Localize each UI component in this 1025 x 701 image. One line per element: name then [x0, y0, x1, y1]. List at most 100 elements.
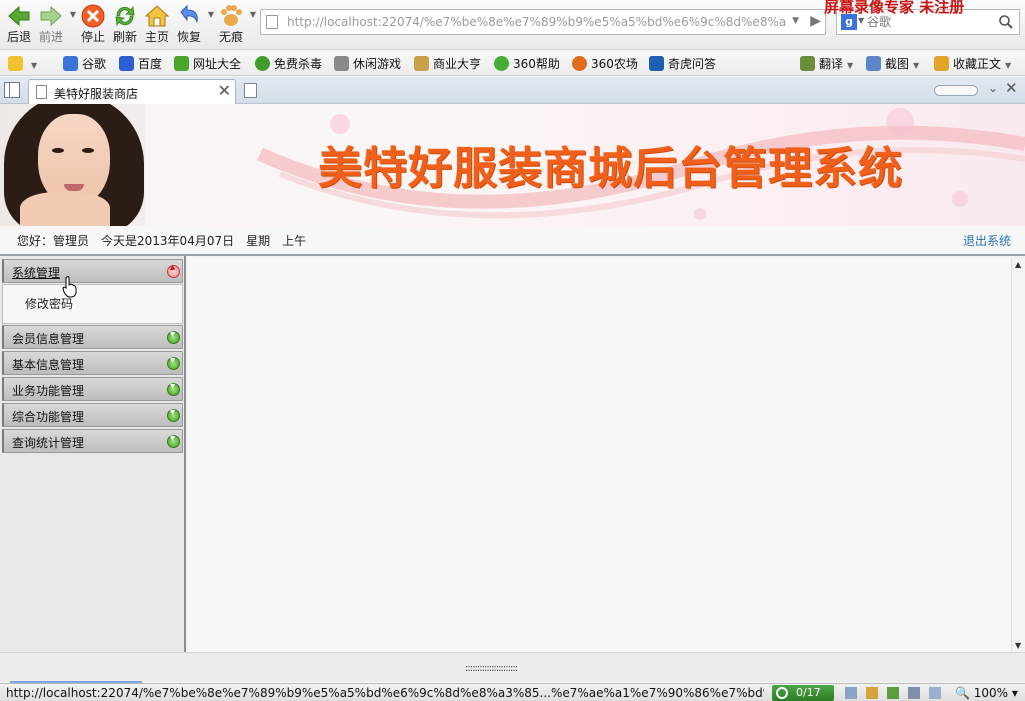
check-icon — [776, 687, 788, 699]
undo-icon — [180, 4, 198, 23]
business-icon — [414, 56, 429, 71]
expand-icon[interactable] — [167, 407, 180, 422]
new-tab-icon[interactable] — [244, 83, 257, 98]
forward-arrow-icon — [40, 5, 62, 27]
star-icon — [8, 56, 23, 71]
network-icon[interactable] — [887, 687, 899, 699]
bookmark-360-farm[interactable]: 360农场 — [572, 55, 638, 73]
submenu-panel: 修改密码 — [2, 284, 183, 324]
bookmark-games[interactable]: 休闲游戏 — [334, 55, 401, 73]
logout-link[interactable]: 退出系统 — [963, 232, 1011, 249]
qa-icon — [649, 56, 664, 71]
google-icon — [63, 56, 78, 71]
expand-icon[interactable] — [167, 381, 180, 396]
expand-icon[interactable] — [167, 433, 180, 448]
bookmark-360-help[interactable]: 360帮助 — [494, 55, 560, 73]
home-button[interactable]: 主页 — [140, 0, 174, 50]
scissors-icon — [866, 56, 881, 71]
menu-member-management[interactable]: 会员信息管理 — [2, 325, 183, 349]
scroll-down-icon[interactable]: ▼ — [1015, 641, 1021, 650]
menu-comprehensive-management[interactable]: 综合功能管理 — [2, 403, 183, 427]
splitter-grip[interactable]: :::::::::::::::::::::: — [465, 663, 518, 674]
chevron-down-icon[interactable]: ⌄ — [988, 81, 998, 95]
incognito-button[interactable]: 无痕 ▼ — [214, 0, 256, 50]
back-arrow-icon — [8, 5, 30, 27]
status-bar: http://localhost:22074/%e7%be%8e%e7%89%b… — [0, 683, 1025, 701]
bookmark-qihoo-ask[interactable]: 奇虎问答 — [649, 55, 716, 73]
page-icon — [266, 15, 278, 29]
antivirus-icon — [255, 56, 270, 71]
forward-button[interactable]: 前进 ▼ — [34, 0, 76, 50]
go-icon[interactable]: ▶ — [810, 13, 821, 29]
current-date: 今天是2013年04月07日 — [101, 234, 235, 248]
incognito-dropdown-icon[interactable]: ▼ — [250, 10, 256, 19]
restore-button[interactable]: 恢复 ▼ — [172, 0, 214, 50]
search-icon[interactable] — [998, 14, 1014, 30]
window-icon[interactable] — [908, 687, 920, 699]
bookmarks-bar: ▼ 谷歌 百度 网址大全 免费杀毒 休闲游戏 商业大亨 360帮助 360农场 … — [0, 51, 1025, 76]
security-status-badge[interactable]: 0/17 — [772, 685, 834, 701]
collect-icon — [934, 56, 949, 71]
gamepad-icon — [334, 56, 349, 71]
main-content-frame: ▲ ▼ — [188, 258, 1025, 652]
speed-icon[interactable] — [866, 687, 878, 699]
tab-active[interactable]: 美特好服装商店 ✕ — [28, 79, 236, 104]
hand-cursor-icon — [62, 276, 77, 298]
scroll-up-icon[interactable]: ▲ — [1015, 260, 1021, 269]
ie-icon — [174, 56, 189, 71]
collapse-icon[interactable] — [167, 262, 180, 278]
collect-text-button[interactable]: 收藏正文 ▼ — [934, 55, 1011, 73]
search-engine-dropdown-icon[interactable]: ▼ — [858, 16, 864, 25]
browser-toolbar: 后退 前进 ▼ 停止 刷新 主页 恢复 ▼ 无痕 ▼ http://localh… — [0, 0, 1025, 50]
tab-strip: 美特好服装商店 ✕ ⌄ ✕ — [0, 77, 1025, 104]
expand-icon[interactable] — [167, 329, 180, 344]
refresh-icon — [115, 5, 135, 27]
address-url[interactable]: http://localhost:22074/%e7%be%8e%e7%89%b… — [287, 15, 787, 29]
tab-title: 美特好服装商店 — [54, 87, 139, 101]
address-dropdown-icon[interactable]: ▼ — [792, 16, 799, 26]
frame-splitter[interactable]: :::::::::::::::::::::: — [0, 652, 1025, 684]
bookmark-baidu[interactable]: 百度 — [119, 55, 162, 73]
tab-overview-button[interactable] — [934, 85, 978, 96]
back-button[interactable]: 后退 — [2, 0, 36, 50]
stop-button[interactable]: 停止 — [76, 0, 110, 50]
info-bar: 您好：管理员 今天是2013年04月07日 星期 上午 退出系统 — [0, 226, 1025, 256]
page-icon — [36, 85, 47, 99]
zoom-icon: 🔍 — [955, 686, 970, 700]
menu-statistics-management[interactable]: 查询统计管理 — [2, 429, 183, 453]
menu-business-management[interactable]: 业务功能管理 — [2, 377, 183, 401]
recorder-watermark: 屏幕录像专家 未注册 — [824, 0, 965, 16]
refresh-button[interactable]: 刷新 — [108, 0, 142, 50]
sidebar-toggle-icon[interactable] — [4, 82, 20, 98]
zoom-control[interactable]: 🔍 100% ▾ — [955, 686, 1018, 700]
vertical-scrollbar[interactable]: ▲ ▼ — [1011, 258, 1025, 652]
site-banner: 美特好服装商城后台管理系统 — [0, 104, 1025, 226]
volume-icon[interactable] — [929, 687, 941, 699]
bookmark-business[interactable]: 商业大亨 — [414, 55, 481, 73]
close-icon[interactable]: ✕ — [1005, 79, 1018, 97]
screenshot-button[interactable]: 截图 ▼ — [866, 55, 919, 73]
home-icon — [144, 5, 170, 27]
translate-button[interactable]: 翻译 ▼ — [800, 55, 853, 73]
model-portrait — [0, 104, 145, 226]
user-greeting: 您好：管理员 — [17, 234, 90, 248]
menu-system-management[interactable]: 系统管理 — [2, 259, 183, 283]
baidu-paw-icon — [119, 56, 134, 71]
stop-icon — [81, 4, 105, 28]
welcome-text: 您好：管理员 今天是2013年04月07日 星期 上午 — [17, 232, 318, 249]
favorites-star-button[interactable]: ▼ — [8, 55, 37, 73]
address-bar[interactable]: http://localhost:22074/%e7%be%8e%e7%89%b… — [260, 9, 826, 35]
close-tab-icon[interactable]: ✕ — [218, 81, 231, 100]
bookmark-antivirus[interactable]: 免费杀毒 — [255, 55, 322, 73]
system-title: 美特好服装商城后台管理系统 — [318, 143, 903, 194]
translate-icon — [800, 56, 815, 71]
menu-basic-info-management[interactable]: 基本信息管理 — [2, 351, 183, 375]
status-url: http://localhost:22074/%e7%be%8e%e7%89%b… — [6, 686, 764, 700]
paw-icon — [221, 5, 242, 26]
download-icon[interactable] — [845, 687, 857, 699]
bookmark-google[interactable]: 谷歌 — [63, 55, 106, 73]
360-icon — [494, 56, 509, 71]
expand-icon[interactable] — [167, 355, 180, 370]
bookmark-hao123[interactable]: 网址大全 — [174, 55, 241, 73]
time-period: 上午 — [282, 234, 307, 248]
